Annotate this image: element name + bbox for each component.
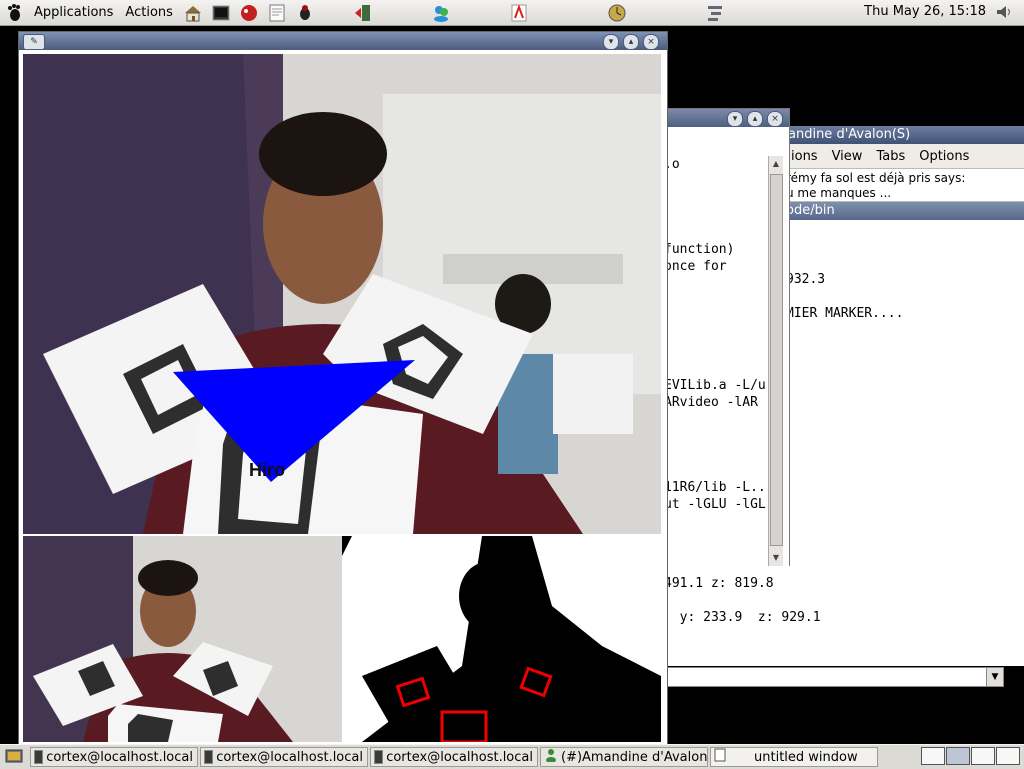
clock-app-icon[interactable] xyxy=(607,3,627,23)
marker-label: Hiro xyxy=(249,460,285,480)
terminal-titlebar: ▾ ▴ × xyxy=(665,109,789,127)
home-icon[interactable] xyxy=(183,3,203,23)
chat-menu-view[interactable]: View xyxy=(825,149,870,164)
taskbar-item-chat[interactable]: (#)Amandine d'Avalon xyxy=(540,747,708,767)
terminal-output: 932.3 MIER MARKER.... xyxy=(784,220,1024,322)
coordinate-line: y: 233.9 z: 929.1 xyxy=(664,610,821,625)
taskbar-item-terminal-2[interactable]: cortex@localhost.local xyxy=(200,747,368,767)
terminal-icon xyxy=(34,750,44,764)
terminal-icon xyxy=(204,750,214,764)
ar-small-camera-view xyxy=(23,536,342,742)
show-desktop-icon[interactable] xyxy=(2,747,26,767)
terminal-line: MIER MARKER.... xyxy=(786,306,904,321)
volume-icon[interactable] xyxy=(994,2,1014,22)
taskbar-item-terminal-3[interactable]: cortex@localhost.local xyxy=(370,747,538,767)
scrollbar-thumb[interactable] xyxy=(770,174,783,546)
minimize-icon[interactable]: ▾ xyxy=(727,111,743,127)
network-icon[interactable] xyxy=(705,3,725,23)
video-titlebar: ✎ ▾ ▴ × xyxy=(19,32,667,50)
chat-window-title: andine d'Avalon(S) xyxy=(784,126,1024,144)
window-menu-icon[interactable]: ✎ xyxy=(23,34,45,50)
scroll-up-icon[interactable]: ▲ xyxy=(770,158,782,170)
chat-message: u me manques ... xyxy=(786,186,892,200)
top-panel: Applications Actions Thu May 26, 15:18 xyxy=(0,0,1024,26)
chevron-down-icon[interactable]: ▼ xyxy=(986,668,1003,686)
panel-clock[interactable]: Thu May 26, 15:18 xyxy=(864,4,986,19)
maximize-icon[interactable]: ▴ xyxy=(747,111,763,127)
terminal-icon[interactable] xyxy=(211,3,231,23)
text-editor-icon[interactable] xyxy=(267,3,287,23)
terminal-path-bar: ode/bin xyxy=(784,202,1024,220)
workspace-switcher[interactable] xyxy=(920,747,1020,765)
terminal-line: 932.3 xyxy=(786,272,826,287)
terminal-coordinate-output: 491.1 z: 819.8 y: 233.9 z: 929.1 xyxy=(664,566,1024,666)
scroll-down-icon[interactable]: ▼ xyxy=(770,552,782,564)
taskbar-item-label: (#)Amandine d'Avalon xyxy=(561,749,708,765)
terminal-icon xyxy=(374,750,384,764)
taskbar-item-label: cortex@localhost.local xyxy=(386,749,533,765)
buddy-icon xyxy=(544,748,558,766)
chat-menu-bar: ions View Tabs Options xyxy=(784,144,1024,169)
taskbar-item-terminal-1[interactable]: cortex@localhost.local xyxy=(30,747,198,767)
video-window: ✎ ▾ ▴ × Hiro xyxy=(18,31,668,745)
taskbar-item-label: cortex@localhost.local xyxy=(216,749,363,765)
close-icon[interactable]: × xyxy=(767,111,783,127)
workspace-2[interactable] xyxy=(946,747,970,765)
chat-menu-options[interactable]: Options xyxy=(912,149,976,164)
applications-menu[interactable]: Applications xyxy=(28,5,119,20)
taskbar-item-label: cortex@localhost.local xyxy=(46,749,193,765)
workspace-3[interactable] xyxy=(971,747,995,765)
bug-icon[interactable] xyxy=(295,3,315,23)
taskbar-item-untitled[interactable]: untitled window xyxy=(710,747,878,767)
gnome-foot-icon[interactable] xyxy=(4,3,24,23)
logout-icon[interactable] xyxy=(353,3,373,23)
coordinate-line: 491.1 z: 819.8 xyxy=(664,576,774,591)
workspace-1[interactable] xyxy=(921,747,945,765)
pdf-icon[interactable] xyxy=(509,3,529,23)
chat-message: rémy fa sol est déjà pris says: xyxy=(786,171,966,185)
actions-menu[interactable]: Actions xyxy=(119,5,179,20)
workspace-4[interactable] xyxy=(996,747,1020,765)
maximize-icon[interactable]: ▴ xyxy=(623,34,639,50)
taskbar-item-label: untitled window xyxy=(754,749,858,765)
ar-camera-view: Hiro xyxy=(23,54,661,534)
messenger-icon[interactable] xyxy=(431,3,451,23)
document-icon xyxy=(714,748,726,766)
chat-input-combo[interactable]: ▼ xyxy=(664,667,1004,687)
chat-menu-conversations[interactable]: ions xyxy=(784,149,825,164)
chat-message-list: rémy fa sol est déjà pris says: u me man… xyxy=(784,169,1024,202)
close-icon[interactable]: × xyxy=(643,34,659,50)
minimize-icon[interactable]: ▾ xyxy=(603,34,619,50)
terminal-scrollbar[interactable]: ▲ ▼ xyxy=(768,156,783,566)
mozilla-icon[interactable] xyxy=(239,3,259,23)
chat-menu-tabs[interactable]: Tabs xyxy=(869,149,912,164)
bottom-taskbar: cortex@localhost.local cortex@localhost.… xyxy=(0,744,1024,769)
ar-threshold-view xyxy=(342,536,661,742)
